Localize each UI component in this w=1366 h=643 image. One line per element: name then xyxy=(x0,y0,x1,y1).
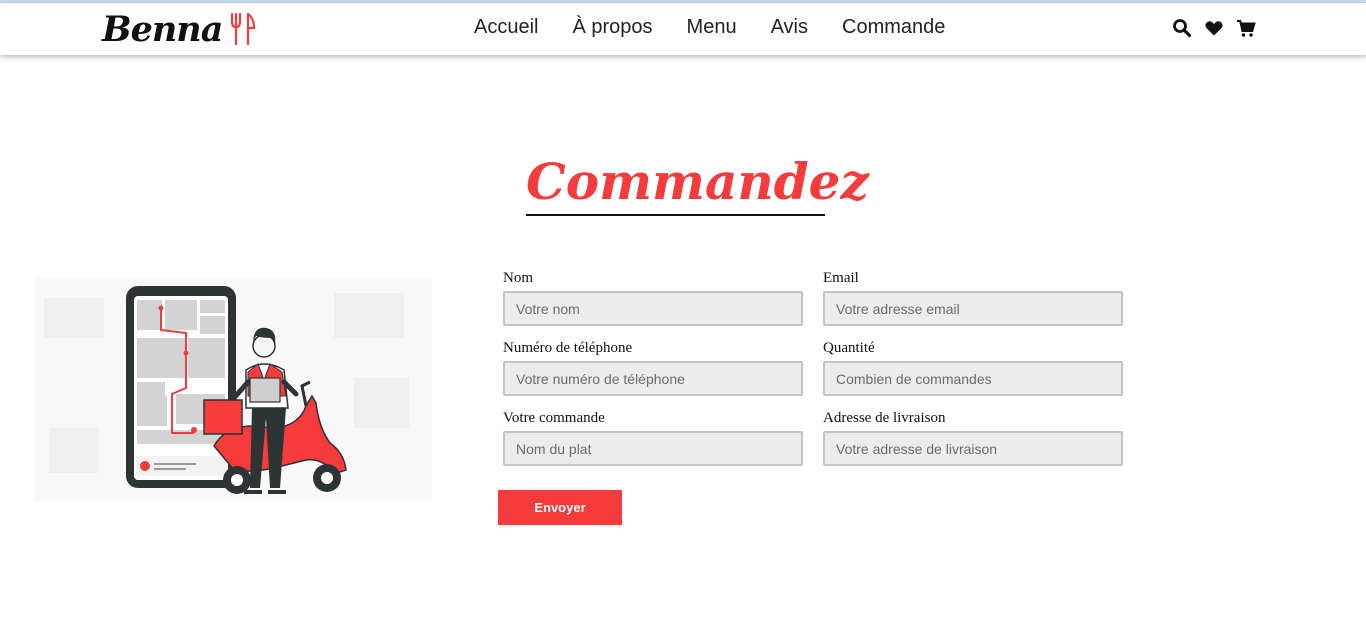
email-input[interactable] xyxy=(823,291,1123,326)
commande-input[interactable] xyxy=(503,431,803,466)
field-adresse: Adresse de livraison xyxy=(823,409,1123,466)
email-label: Email xyxy=(823,270,859,286)
adresse-label: Adresse de livraison xyxy=(823,410,946,426)
field-email: Email xyxy=(823,269,1123,326)
telephone-input[interactable] xyxy=(503,361,803,396)
field-telephone: Numéro de téléphone xyxy=(503,339,803,396)
field-quantite: Quantité xyxy=(823,339,1123,396)
cart-icon[interactable] xyxy=(1236,18,1256,38)
heart-icon[interactable] xyxy=(1204,18,1224,38)
section-title: Commandez xyxy=(526,152,869,211)
nav-item-menu[interactable]: Menu xyxy=(687,15,737,39)
nav-item-a-propos[interactable]: À propos xyxy=(572,15,652,39)
quantite-input[interactable] xyxy=(823,361,1123,396)
field-commande: Votre commande xyxy=(503,409,803,466)
utensils-icon xyxy=(231,12,256,46)
main-nav: Accueil À propos Menu Avis Commande xyxy=(474,15,979,39)
submit-button[interactable]: Envoyer xyxy=(498,490,622,525)
title-underline xyxy=(526,214,825,216)
commande-label: Votre commande xyxy=(503,410,605,426)
adresse-input[interactable] xyxy=(823,431,1123,466)
brand-name: Benna xyxy=(102,8,223,50)
delivery-scooter-illustration xyxy=(34,278,432,502)
nom-label: Nom xyxy=(503,270,533,286)
navbar: Benna Accueil À propos Menu Avis Command… xyxy=(0,3,1366,55)
field-nom: Nom xyxy=(503,269,803,326)
telephone-label: Numéro de téléphone xyxy=(503,340,633,356)
nav-item-commande[interactable]: Commande xyxy=(842,15,945,39)
search-icon[interactable] xyxy=(1172,18,1192,38)
brand-logo[interactable]: Benna xyxy=(102,7,258,51)
nav-item-accueil[interactable]: Accueil xyxy=(474,15,538,39)
quantite-label: Quantité xyxy=(823,340,875,356)
nav-icons xyxy=(1172,18,1256,38)
nav-item-avis[interactable]: Avis xyxy=(771,15,808,39)
nom-input[interactable] xyxy=(503,291,803,326)
